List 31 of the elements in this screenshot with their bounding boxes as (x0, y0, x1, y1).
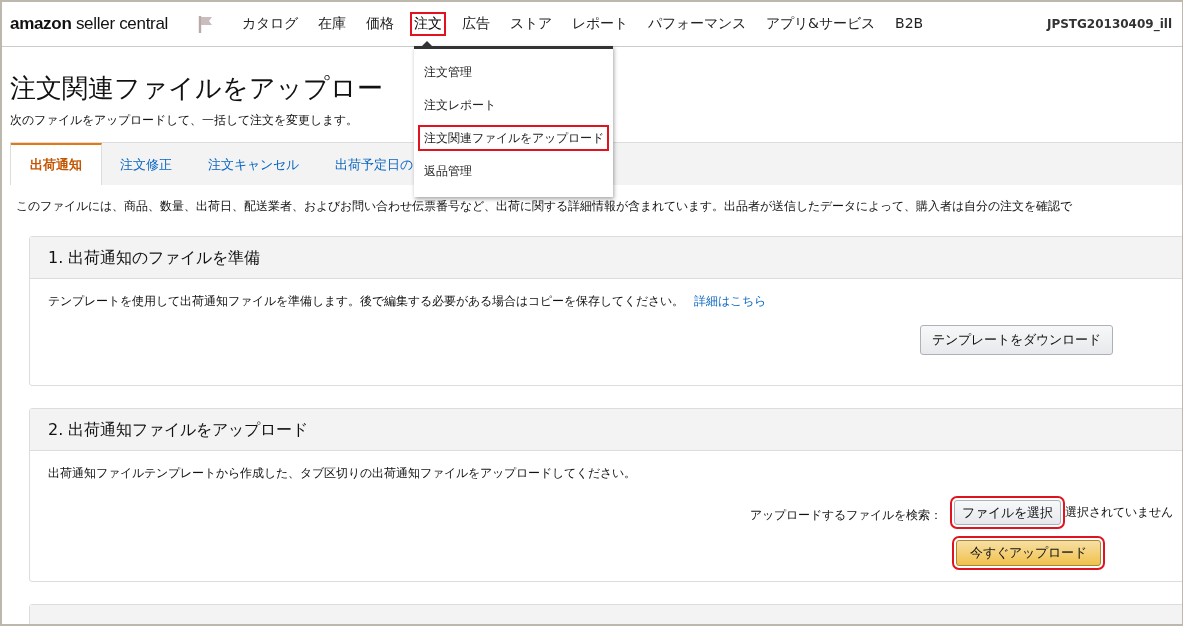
tab[interactable]: 出荷通知 (11, 143, 102, 185)
nav-item[interactable]: カタログ (238, 12, 303, 36)
nav-item[interactable]: B2B (891, 12, 928, 36)
file-search-label: アップロードするファイルを検索： (750, 507, 942, 524)
instruction-text: テンプレートを使用して出荷通知ファイルを準備します。後で編集する必要がある場合はコピーを保存してください。 詳細はこちら (48, 293, 767, 310)
seller-central-logo[interactable]: amazon seller central (10, 14, 169, 34)
details-link[interactable]: 詳細はこちら (694, 294, 766, 308)
nav-item[interactable]: パフォーマンス (644, 12, 751, 36)
download-template-button[interactable]: テンプレートをダウンロード (920, 325, 1113, 355)
nav-item[interactable]: ストア (506, 12, 557, 36)
nav-item[interactable]: アプリ&サービス (762, 12, 880, 36)
page-title: 注文関連ファイルをアップロー (10, 72, 383, 105)
account-name[interactable]: JPSTG20130409_ill (1046, 17, 1172, 31)
menu-item[interactable]: 返品管理 (418, 158, 609, 184)
description-text: このファイルには、商品、数量、出荷日、配送業者、およびお問い合わせ伝票番号など、出荷に関する詳細情報が含まれています。出品者が送信したデータによって、購入者は自分の注文を確認で (16, 198, 1073, 215)
nav-item[interactable]: 注文 (410, 12, 447, 36)
tab[interactable]: 注文キャンセル (190, 143, 317, 185)
nav-item[interactable]: レポート (568, 12, 633, 36)
nav-item[interactable]: 広告 (458, 12, 495, 36)
nav-item[interactable]: 在庫 (314, 12, 351, 36)
menu-item[interactable]: 注文レポート (418, 92, 609, 118)
instruction-text: 出荷通知ファイルテンプレートから作成した、タブ区切りの出荷通知ファイルをアップロードしてください。 (48, 465, 637, 482)
nav-item[interactable]: 価格 (362, 12, 399, 36)
flag-icon[interactable] (198, 15, 215, 33)
menu-item[interactable]: 注文関連ファイルをアップロード (418, 125, 609, 151)
section-header: 2. 出荷通知ファイルをアップロード (30, 409, 1182, 451)
page-subtitle: 次のファイルをアップロードして、一括して注文を変更します。 (10, 112, 359, 129)
tab[interactable]: 注文修正 (102, 143, 190, 185)
menu-item[interactable]: 注文管理 (418, 59, 609, 85)
file-status: 選択されていません (1065, 504, 1173, 521)
section-header: 1. 出荷通知のファイルを準備 (30, 237, 1182, 279)
